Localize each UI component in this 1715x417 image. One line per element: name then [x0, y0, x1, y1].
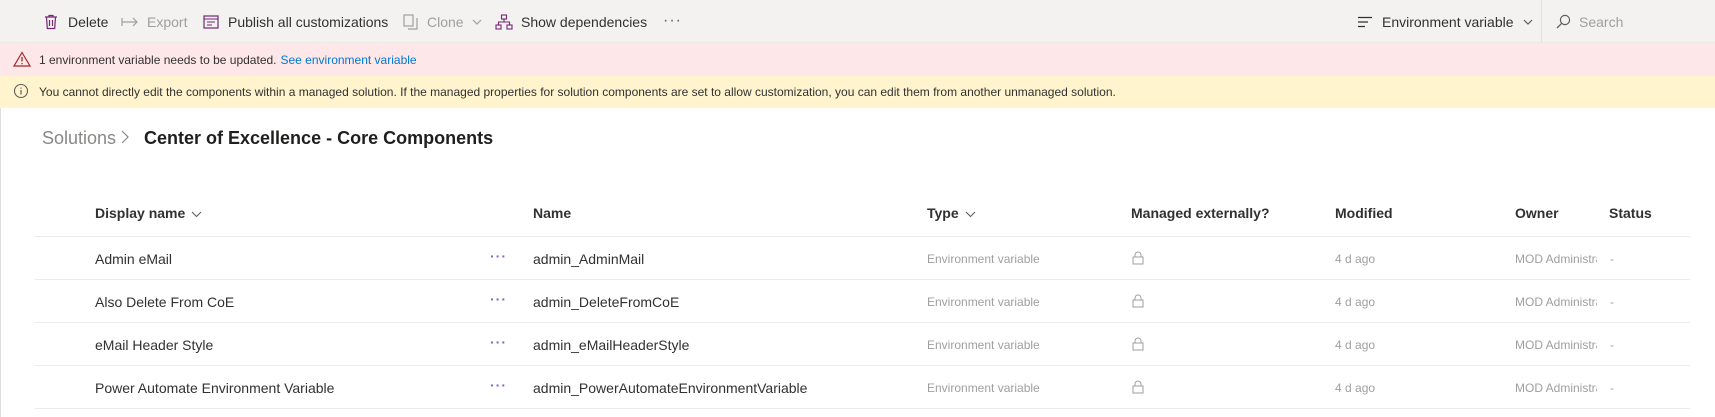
export-button[interactable]: Export: [121, 0, 187, 43]
row-display-name[interactable]: Admin eMail: [95, 251, 172, 267]
column-header-modified[interactable]: Modified: [1335, 205, 1393, 221]
row-modified: 4 d ago: [1335, 295, 1376, 309]
error-banner: 1 environment variable needs to be updat…: [0, 43, 1715, 76]
publish-all-button[interactable]: Publish all customizations: [202, 0, 388, 43]
row-more-button[interactable]: ···: [490, 248, 507, 264]
row-owner: MOD Administrator: [1515, 338, 1597, 352]
chevron-down-icon: [191, 205, 202, 221]
row-type: Environment variable: [927, 252, 1040, 266]
show-dependencies-button[interactable]: Show dependencies: [495, 0, 647, 43]
more-icon: ···: [663, 12, 682, 29]
column-header-type[interactable]: Type: [927, 205, 976, 221]
row-display-name[interactable]: Also Delete From CoE: [95, 294, 234, 310]
row-status: -: [1610, 295, 1614, 309]
row-more-button[interactable]: ···: [490, 291, 507, 307]
page-left-border: [0, 108, 1, 417]
export-label: Export: [147, 13, 188, 30]
row-more-button[interactable]: ···: [490, 334, 507, 350]
divider: [35, 408, 1690, 409]
clone-label: Clone: [427, 13, 464, 30]
search-placeholder: Search: [1579, 13, 1624, 30]
row-name: admin_PowerAutomateEnvironmentVariable: [533, 380, 808, 396]
chevron-down-icon: [965, 205, 976, 221]
chevron-down-icon: [1523, 19, 1533, 25]
row-type: Environment variable: [927, 295, 1040, 309]
error-banner-text: 1 environment variable needs to be updat…: [39, 52, 277, 67]
clone-icon: [401, 13, 419, 31]
column-header-managed-externally[interactable]: Managed externally?: [1131, 205, 1270, 221]
trash-icon: [42, 13, 60, 31]
show-dependencies-label: Show dependencies: [521, 13, 648, 30]
row-more-button[interactable]: ···: [490, 377, 507, 393]
delete-label: Delete: [68, 13, 109, 30]
search-icon: [1556, 14, 1571, 29]
row-modified: 4 d ago: [1335, 338, 1376, 352]
command-bar: Delete Export Publish all customizations…: [0, 0, 1715, 43]
divider: [35, 279, 1690, 280]
row-status: -: [1610, 338, 1614, 352]
see-environment-variable-link[interactable]: See environment variable: [281, 53, 417, 67]
row-owner: MOD Administrator: [1515, 381, 1597, 395]
divider: [35, 365, 1690, 366]
publish-icon: [202, 13, 220, 31]
row-modified: 4 d ago: [1335, 381, 1376, 395]
row-status: -: [1610, 252, 1614, 266]
delete-button[interactable]: Delete: [42, 0, 108, 43]
publish-label: Publish all customizations: [228, 13, 389, 30]
lock-icon: [1132, 294, 1144, 308]
row-type: Environment variable: [927, 381, 1040, 395]
page-title: Center of Excellence - Core Components: [144, 128, 494, 148]
clone-button[interactable]: Clone: [401, 0, 482, 43]
more-commands-button[interactable]: ···: [663, 12, 682, 30]
lock-icon: [1132, 380, 1144, 394]
column-header-name[interactable]: Name: [533, 205, 571, 221]
chevron-down-icon: [472, 19, 482, 25]
info-banner-text: You cannot directly edit the components …: [39, 85, 1116, 99]
column-header-status[interactable]: Status: [1609, 205, 1652, 221]
row-type: Environment variable: [927, 338, 1040, 352]
filter-lines-icon: [1357, 16, 1373, 28]
row-display-name[interactable]: eMail Header Style: [95, 337, 213, 353]
lock-icon: [1132, 251, 1144, 265]
row-display-name[interactable]: Power Automate Environment Variable: [95, 380, 334, 396]
column-header-owner[interactable]: Owner: [1515, 205, 1559, 221]
dependencies-icon: [495, 13, 513, 31]
row-name: admin_AdminMail: [533, 251, 645, 267]
component-type-filter[interactable]: Environment variable: [1357, 0, 1533, 43]
warning-triangle-icon: [12, 50, 32, 69]
breadcrumb-solutions-link[interactable]: Solutions: [42, 128, 116, 149]
chevron-right-icon: [121, 130, 129, 149]
row-name: admin_eMailHeaderStyle: [533, 337, 690, 353]
managed-solution-info-banner: You cannot directly edit the components …: [0, 76, 1715, 108]
lock-icon: [1132, 337, 1144, 351]
filter-label: Environment variable: [1382, 13, 1514, 30]
export-arrow-icon: [121, 13, 139, 31]
row-owner: MOD Administrator: [1515, 252, 1597, 266]
divider: [35, 236, 1690, 237]
search-input[interactable]: Search: [1541, 0, 1715, 43]
column-header-display-name[interactable]: Display name: [95, 205, 202, 221]
row-modified: 4 d ago: [1335, 252, 1376, 266]
divider: [35, 322, 1690, 323]
row-owner: MOD Administrator: [1515, 295, 1597, 309]
info-circle-icon: [13, 83, 31, 101]
row-name: admin_DeleteFromCoE: [533, 294, 680, 310]
row-status: -: [1610, 381, 1614, 395]
